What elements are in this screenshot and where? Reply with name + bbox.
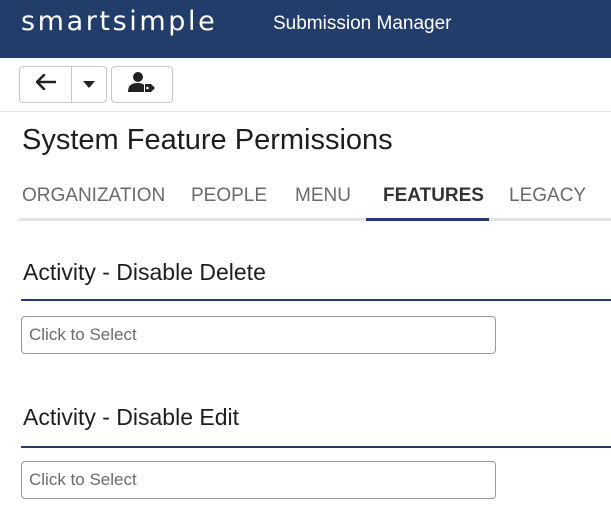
back-button[interactable] [20, 67, 73, 102]
section-title-disable-edit: Activity - Disable Edit [23, 404, 240, 430]
tab-features[interactable]: FEATURES [383, 185, 484, 207]
section-divider [21, 299, 611, 301]
tab-bar: ORGANIZATION PEOPLE MENU FEATURES LEGACY [0, 172, 611, 222]
tab-bar-divider [19, 218, 611, 221]
history-dropdown-button[interactable] [72, 67, 106, 102]
app-header: smartsimple Submission Manager [0, 0, 611, 58]
caret-down-icon [83, 76, 96, 94]
user-role-button[interactable] [111, 66, 173, 103]
active-tab-indicator [366, 218, 489, 221]
tab-people[interactable]: PEOPLE [191, 185, 267, 207]
arrow-left-icon [35, 73, 56, 95]
section-divider [21, 446, 611, 448]
tab-organization[interactable]: ORGANIZATION [22, 185, 165, 207]
user-tag-icon [128, 71, 156, 98]
toolbar [0, 58, 611, 112]
page-title: System Feature Permissions [22, 124, 393, 156]
tab-legacy[interactable]: LEGACY [509, 185, 586, 207]
brand-logo[interactable]: smartsimple [21, 6, 217, 37]
disable-edit-select[interactable]: Click to Select [21, 461, 496, 499]
section-title-disable-delete: Activity - Disable Delete [23, 259, 266, 285]
tab-menu[interactable]: MENU [295, 185, 351, 207]
disable-delete-select[interactable]: Click to Select [21, 316, 496, 354]
back-button-group [19, 66, 107, 103]
app-name[interactable]: Submission Manager [273, 13, 451, 35]
